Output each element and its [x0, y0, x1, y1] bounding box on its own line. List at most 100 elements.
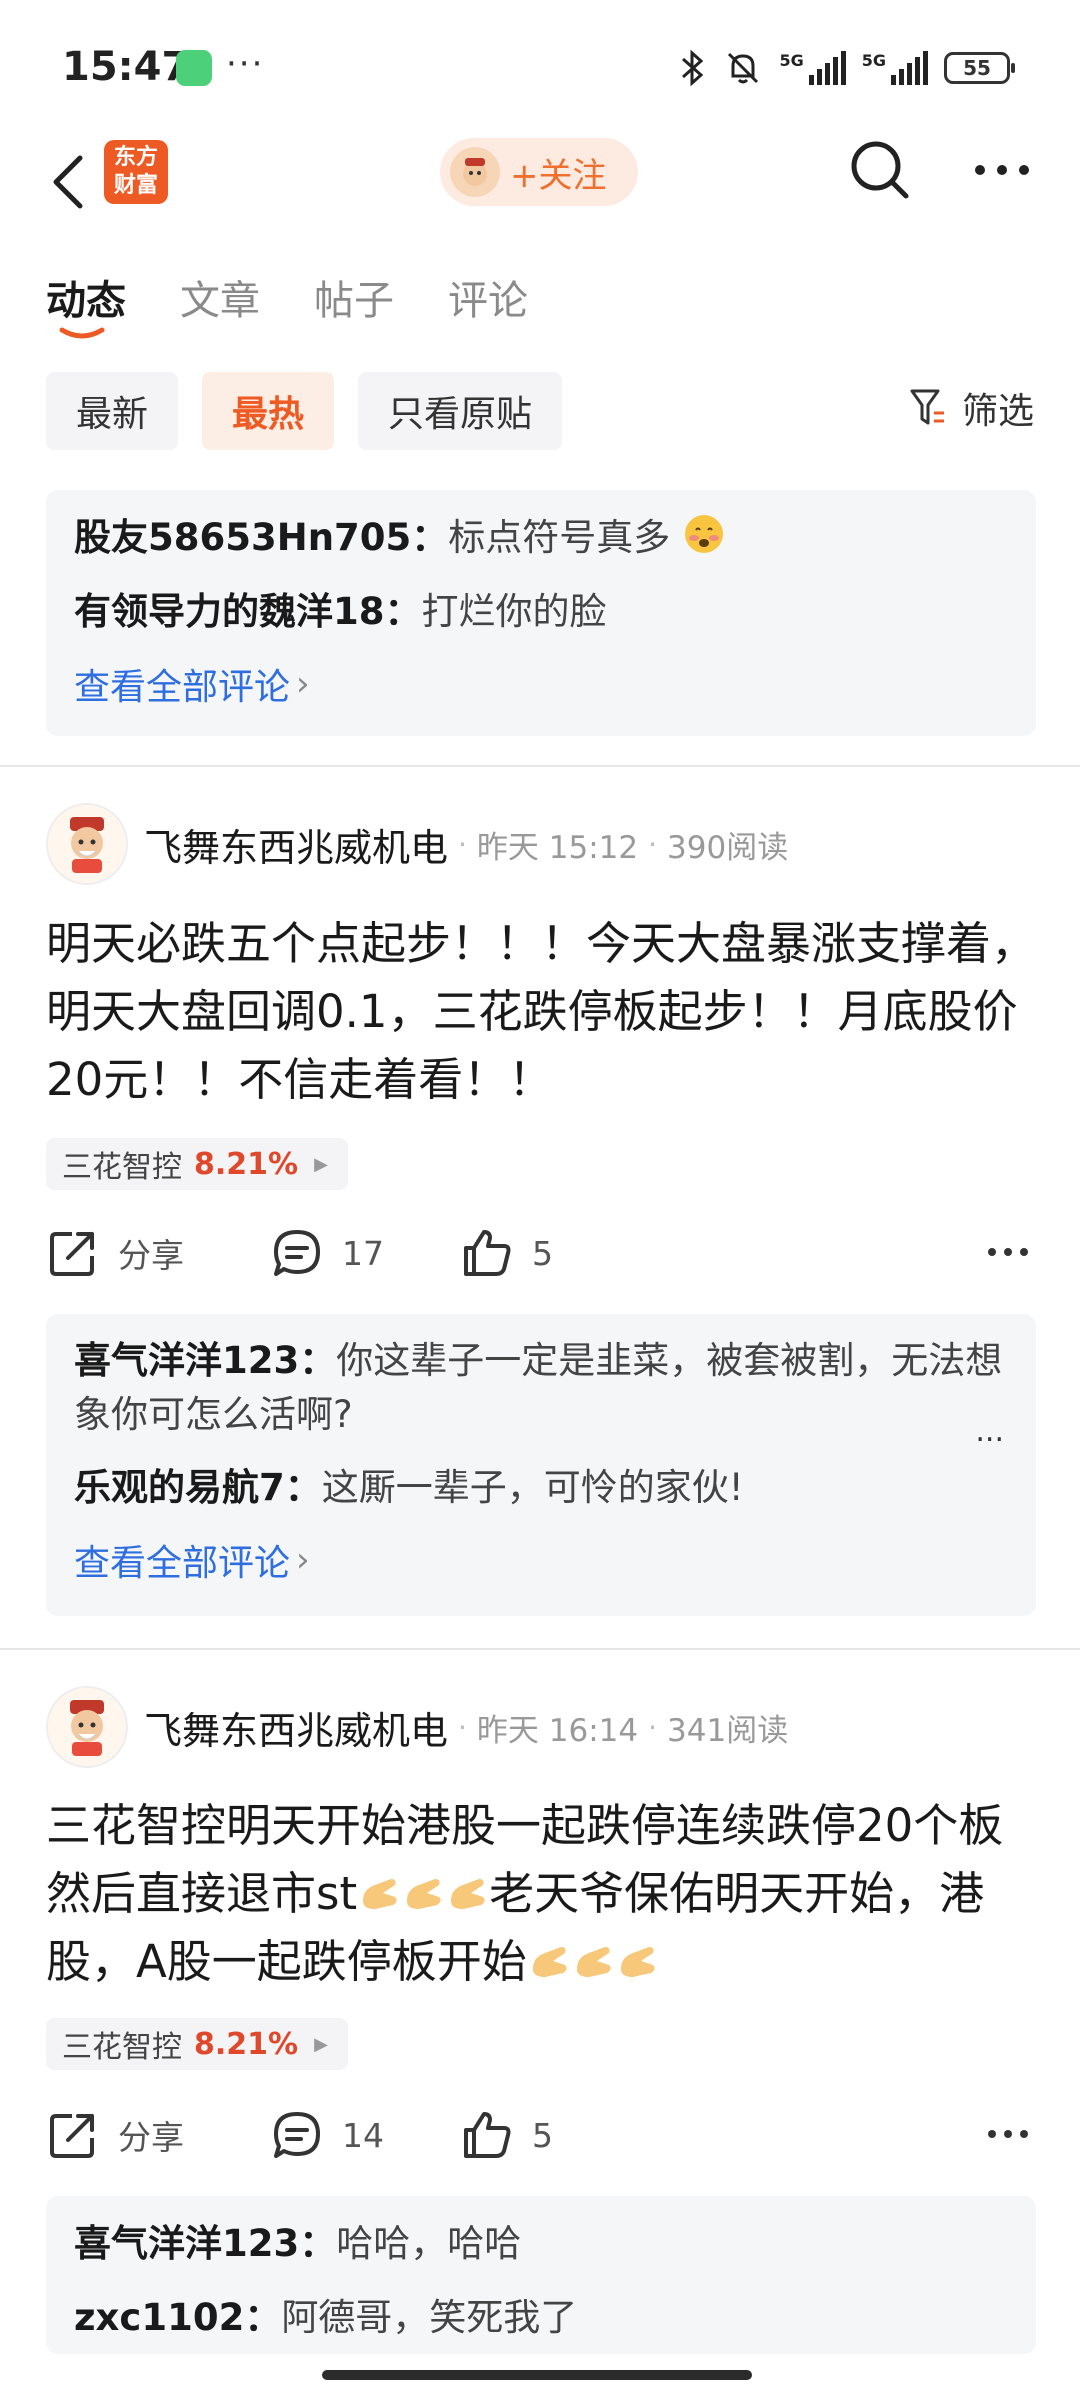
comment-count: 14 — [342, 2115, 384, 2155]
commenter-name[interactable]: 喜气洋洋123 — [74, 1339, 299, 1382]
fortune-god-icon — [70, 817, 104, 873]
commenter-name[interactable]: 股友58653Hn705 — [74, 516, 411, 559]
action-bar: 分享 14 5 — [46, 2100, 1036, 2170]
pinching-hand-emoji — [451, 1879, 485, 1909]
thumbs-up-icon — [464, 1230, 511, 1276]
home-indicator[interactable] — [322, 2370, 752, 2380]
more-icon[interactable] — [970, 150, 1034, 190]
see-all-comments-link[interactable]: 查看全部评论 › — [74, 1534, 1008, 1586]
back-icon[interactable] — [44, 150, 92, 214]
comment-text: 哈哈，哈哈 — [336, 2222, 522, 2265]
see-all-label: 查看全部评论 — [74, 1543, 291, 1584]
thumbs-up-icon — [464, 2112, 511, 2158]
brand-logo: 东方 财富 — [104, 140, 168, 204]
chevron-right-icon: › — [296, 1540, 310, 1580]
stock-name: 三花智控 — [62, 2030, 182, 2065]
commenter-name[interactable]: 有领导力的魏洋18 — [74, 590, 385, 633]
post-body[interactable]: 明天必跌五个点起步！！！今天大盘暴涨支撑着，明天大盘回调0.1，三花跌停板起步！… — [46, 910, 1036, 1114]
status-more-dots: ··· — [226, 44, 265, 84]
share-icon — [50, 2114, 94, 2158]
commenter-name[interactable]: 喜气洋洋123 — [74, 2222, 299, 2265]
pinching-hand-emoji — [576, 1947, 611, 1977]
comment-preview[interactable]: 喜气洋洋123：你这辈子一定是韭菜，被套被割，无法想象你可怎么活啊? ... 乐… — [46, 1314, 1036, 1616]
comment-text: 这厮一辈子，可怜的家伙! — [321, 1466, 744, 1509]
logo-text: 财富 — [113, 173, 158, 198]
logo-text: 东方 — [113, 145, 158, 170]
stock-tag[interactable]: 三花智控 8.21% ▶ — [46, 2018, 348, 2070]
tab-posts[interactable]: 帖子 — [314, 268, 394, 326]
share-icon — [50, 1232, 94, 1276]
fortune-god-icon — [463, 158, 487, 186]
avatar[interactable] — [46, 1686, 128, 1768]
signal-icon: 5G — [862, 51, 928, 85]
comment-button[interactable]: 17 — [270, 1226, 460, 1280]
share-button[interactable]: 分享 — [46, 2108, 270, 2162]
tab-articles[interactable]: 文章 — [180, 268, 260, 326]
filter-button[interactable]: 筛选 — [908, 382, 1034, 434]
comment-preview[interactable]: 股友58653Hn705：标点符号真多 有领导力的魏洋18：打烂你的脸 查看全部… — [46, 490, 1036, 736]
pinching-hand-emoji — [532, 1947, 567, 1977]
more-icon[interactable] — [984, 2114, 1032, 2154]
comment-text: 标点符号真多 — [448, 516, 671, 559]
pinching-hand-emoji — [407, 1879, 441, 1909]
tab-bar: 动态 文章 帖子 评论 — [46, 268, 528, 326]
chip-original-only[interactable]: 只看原贴 — [358, 372, 563, 450]
status-bar: 15:47 ··· 5G 5G 55 — [0, 0, 1080, 130]
see-all-label: 查看全部评论 — [74, 667, 291, 708]
post-time: 昨天 15:12 — [476, 829, 639, 866]
chevron-right-icon: › — [296, 664, 310, 704]
comment-line: 乐观的易航7：这厮一辈子，可怜的家伙! — [74, 1466, 744, 1509]
active-tab-indicator — [59, 327, 105, 339]
network-label: 5G — [779, 51, 804, 70]
commenter-name[interactable]: zxc1102 — [74, 2296, 244, 2339]
comment-text: 阿德哥，笑死我了 — [281, 2296, 578, 2339]
filter-chips: 最新 最热 只看原贴 — [46, 372, 563, 450]
share-label: 分享 — [118, 1236, 184, 1275]
tab-comments[interactable]: 评论 — [448, 268, 528, 326]
commenter-name[interactable]: 乐观的易航7 — [74, 1466, 285, 1509]
expand-ellipsis[interactable]: ... — [975, 1414, 1004, 1449]
separator-dot: · — [458, 1710, 467, 1744]
read-count: 390阅读 — [667, 829, 789, 866]
separator-dot: · — [458, 827, 467, 861]
play-arrow-icon: ▶ — [314, 2033, 328, 2055]
pinching-hand-emoji — [363, 1879, 397, 1909]
follow-button[interactable]: +关注 — [440, 138, 638, 206]
post-header: 飞舞东西兆威机电 · 昨天 16:14 · 341阅读 — [46, 1686, 788, 1768]
status-indicators: 5G 5G 55 — [677, 48, 1015, 88]
comment-button[interactable]: 14 — [270, 2108, 460, 2162]
separator-dot: · — [648, 827, 658, 861]
status-time: 15:47 — [62, 44, 190, 90]
action-bar: 分享 17 5 — [46, 1218, 1036, 1288]
share-label: 分享 — [118, 2118, 184, 2157]
comment-icon — [274, 2112, 320, 2158]
play-arrow-icon: ▶ — [314, 1153, 328, 1175]
author-name[interactable]: 飞舞东西兆威机电 — [144, 1700, 448, 1755]
avatar — [450, 147, 500, 197]
author-name[interactable]: 飞舞东西兆威机电 — [144, 817, 448, 872]
battery-level: 55 — [963, 56, 991, 80]
stock-name: 三花智控 — [62, 1150, 182, 1185]
read-count: 341阅读 — [667, 1712, 789, 1749]
post-body[interactable]: 三花智控明天开始港股一起跌停连续跌停20个板然后直接退市st 老天爷保佑明天开始，… — [46, 1792, 1036, 1996]
mute-icon — [728, 52, 759, 84]
comment-line: 有领导力的魏洋18：打烂你的脸 — [74, 590, 607, 633]
chip-hottest[interactable]: 最热 — [202, 372, 335, 450]
like-button[interactable]: 5 — [460, 1226, 553, 1280]
like-button[interactable]: 5 — [460, 2108, 553, 2162]
filter-label: 筛选 — [961, 391, 1034, 432]
comment-preview[interactable]: 喜气洋洋123：哈哈，哈哈 zxc1102：阿德哥，笑死我了 — [46, 2196, 1036, 2354]
post-time: 昨天 16:14 — [476, 1712, 639, 1749]
stock-tag[interactable]: 三花智控 8.21% ▶ — [46, 1138, 348, 1190]
comment-icon — [274, 1230, 320, 1276]
avatar[interactable] — [46, 803, 128, 885]
share-button[interactable]: 分享 — [46, 1226, 270, 1280]
comment-line: 喜气洋洋123：哈哈，哈哈 — [74, 2222, 522, 2265]
see-all-comments-link[interactable]: 查看全部评论 › — [74, 658, 1008, 710]
more-icon[interactable] — [984, 1232, 1032, 1272]
bluetooth-icon — [682, 49, 704, 87]
search-icon[interactable] — [848, 138, 912, 202]
separator-dot: · — [648, 1710, 658, 1744]
tab-dynamic[interactable]: 动态 — [46, 268, 126, 326]
chip-latest[interactable]: 最新 — [46, 372, 179, 450]
